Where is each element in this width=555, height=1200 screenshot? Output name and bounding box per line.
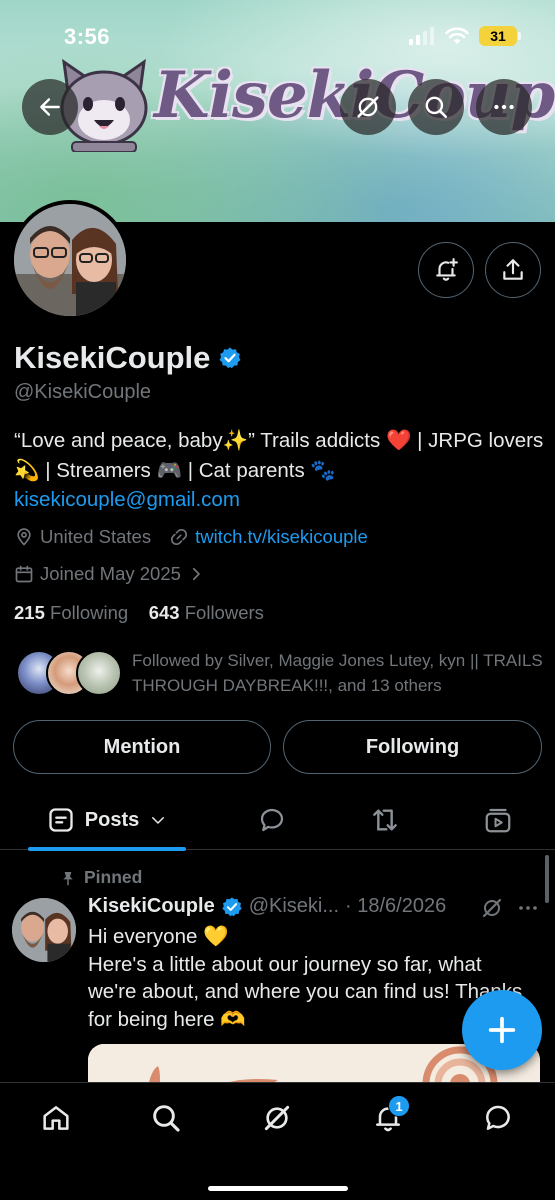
- more-button[interactable]: [476, 79, 532, 135]
- tab-posts[interactable]: Posts: [28, 790, 186, 851]
- post-header: KisekiCouple @Kiseki... · 18/6/2026: [88, 895, 446, 918]
- bottom-nav: 1: [0, 1082, 555, 1200]
- tab-replies[interactable]: [242, 790, 302, 850]
- status-bar: 3:56 31: [0, 0, 555, 72]
- profile-joined-row[interactable]: Joined May 2025: [14, 563, 205, 585]
- profile-tabs: Posts: [0, 790, 555, 851]
- home-indicator: [208, 1186, 348, 1191]
- nav-grok[interactable]: [247, 1095, 307, 1141]
- status-icons: 31: [409, 26, 521, 46]
- post-avatar-photo: [12, 898, 76, 962]
- plus-icon: [488, 1016, 516, 1044]
- profile-name: KisekiCouple: [14, 340, 242, 376]
- post-author-handle: @Kiseki...: [248, 895, 340, 917]
- home-icon: [43, 1106, 69, 1130]
- grok-icon: [357, 96, 379, 118]
- cellular-signal-icon: [409, 27, 434, 45]
- grok-icon: [482, 898, 502, 918]
- tab-media[interactable]: [468, 790, 528, 850]
- back-button[interactable]: [22, 79, 78, 135]
- notifications-badge: 1: [388, 1095, 410, 1117]
- following-count-link[interactable]: 215 Following: [14, 602, 128, 623]
- more-icon: [519, 906, 537, 910]
- nav-messages[interactable]: [468, 1095, 528, 1141]
- tab-reposts[interactable]: [355, 790, 415, 850]
- post-more-button[interactable]: [516, 896, 540, 925]
- post-author-avatar[interactable]: [12, 898, 76, 962]
- share-icon: [503, 259, 523, 280]
- post-text-line: Hi everyone 💛: [88, 925, 229, 948]
- messages-icon: [486, 1105, 510, 1130]
- post-date: · 18/6/2026: [345, 895, 447, 917]
- followers-count-link[interactable]: 643 Followers: [149, 602, 264, 623]
- avatar-photo: [14, 204, 126, 316]
- compose-post-button[interactable]: [462, 990, 542, 1070]
- profile-location: United States: [40, 526, 152, 547]
- post-grok-button[interactable]: [480, 896, 504, 925]
- search-icon: [153, 1105, 180, 1132]
- share-profile-button[interactable]: [485, 242, 541, 298]
- profile-joined: Joined May 2025: [40, 563, 181, 584]
- back-arrow-icon: [40, 98, 60, 116]
- following-button[interactable]: Following: [283, 720, 542, 774]
- chevron-right-icon: [192, 567, 200, 581]
- nav-home[interactable]: [26, 1095, 86, 1141]
- profile-meta-row: United States twitch.tv/kisekicouple: [14, 526, 368, 548]
- profile-avatar[interactable]: [10, 200, 130, 320]
- profile-bio: “Love and peace, baby✨” Trails addicts ❤…: [14, 426, 544, 515]
- post-body: Hi everyone 💛 Here's a little about our …: [88, 923, 528, 1033]
- tab-posts-label: Posts: [84, 808, 140, 831]
- display-name: KisekiCouple: [14, 340, 211, 375]
- bio-email-link[interactable]: kisekicouple@gmail.com: [14, 485, 544, 515]
- battery-indicator: 31: [479, 26, 521, 46]
- bio-text: “Love and peace, baby✨” Trails addicts ❤…: [14, 429, 544, 482]
- more-icon: [494, 104, 514, 110]
- posts-icon: [49, 808, 73, 832]
- scrollbar[interactable]: [545, 855, 549, 903]
- profile-handle: @KisekiCouple: [14, 381, 152, 403]
- reposts-icon: [373, 809, 397, 831]
- notification-subscribe-button[interactable]: [418, 242, 474, 298]
- grok-button[interactable]: [340, 79, 396, 135]
- pinned-label: Pinned: [84, 867, 143, 887]
- chevron-down-icon: [152, 817, 165, 824]
- profile-banner: KisekiCouple 3:56 31: [0, 0, 555, 222]
- followed-by-text[interactable]: Followed by Silver, Maggie Jones Lutey, …: [132, 648, 546, 698]
- location-icon: [17, 528, 31, 546]
- follower-avatar: [76, 650, 122, 696]
- verified-icon[interactable]: [218, 346, 242, 370]
- nav-notifications[interactable]: 1: [358, 1095, 418, 1141]
- pin-icon: [63, 871, 73, 885]
- follow-counts: 215 Following 643 Followers: [14, 602, 264, 624]
- search-icon: [425, 96, 448, 119]
- status-time: 3:56: [64, 24, 111, 49]
- post-author-name[interactable]: KisekiCouple: [88, 895, 215, 918]
- followed-by-avatars[interactable]: [14, 650, 124, 700]
- media-icon: [485, 808, 511, 833]
- wifi-icon: [445, 27, 469, 44]
- verified-icon: [222, 896, 242, 916]
- nav-search[interactable]: [136, 1095, 196, 1141]
- search-button[interactable]: [408, 79, 464, 135]
- replies-icon: [260, 808, 284, 832]
- profile-website-link[interactable]: twitch.tv/kisekicouple: [195, 526, 368, 548]
- active-tab-indicator: [28, 847, 186, 851]
- calendar-icon: [15, 565, 33, 583]
- link-icon: [171, 528, 188, 546]
- notification-add-icon: [436, 258, 458, 281]
- pinned-indicator: Pinned: [60, 867, 142, 888]
- grok-icon: [264, 1105, 290, 1131]
- mention-button[interactable]: Mention: [13, 720, 271, 774]
